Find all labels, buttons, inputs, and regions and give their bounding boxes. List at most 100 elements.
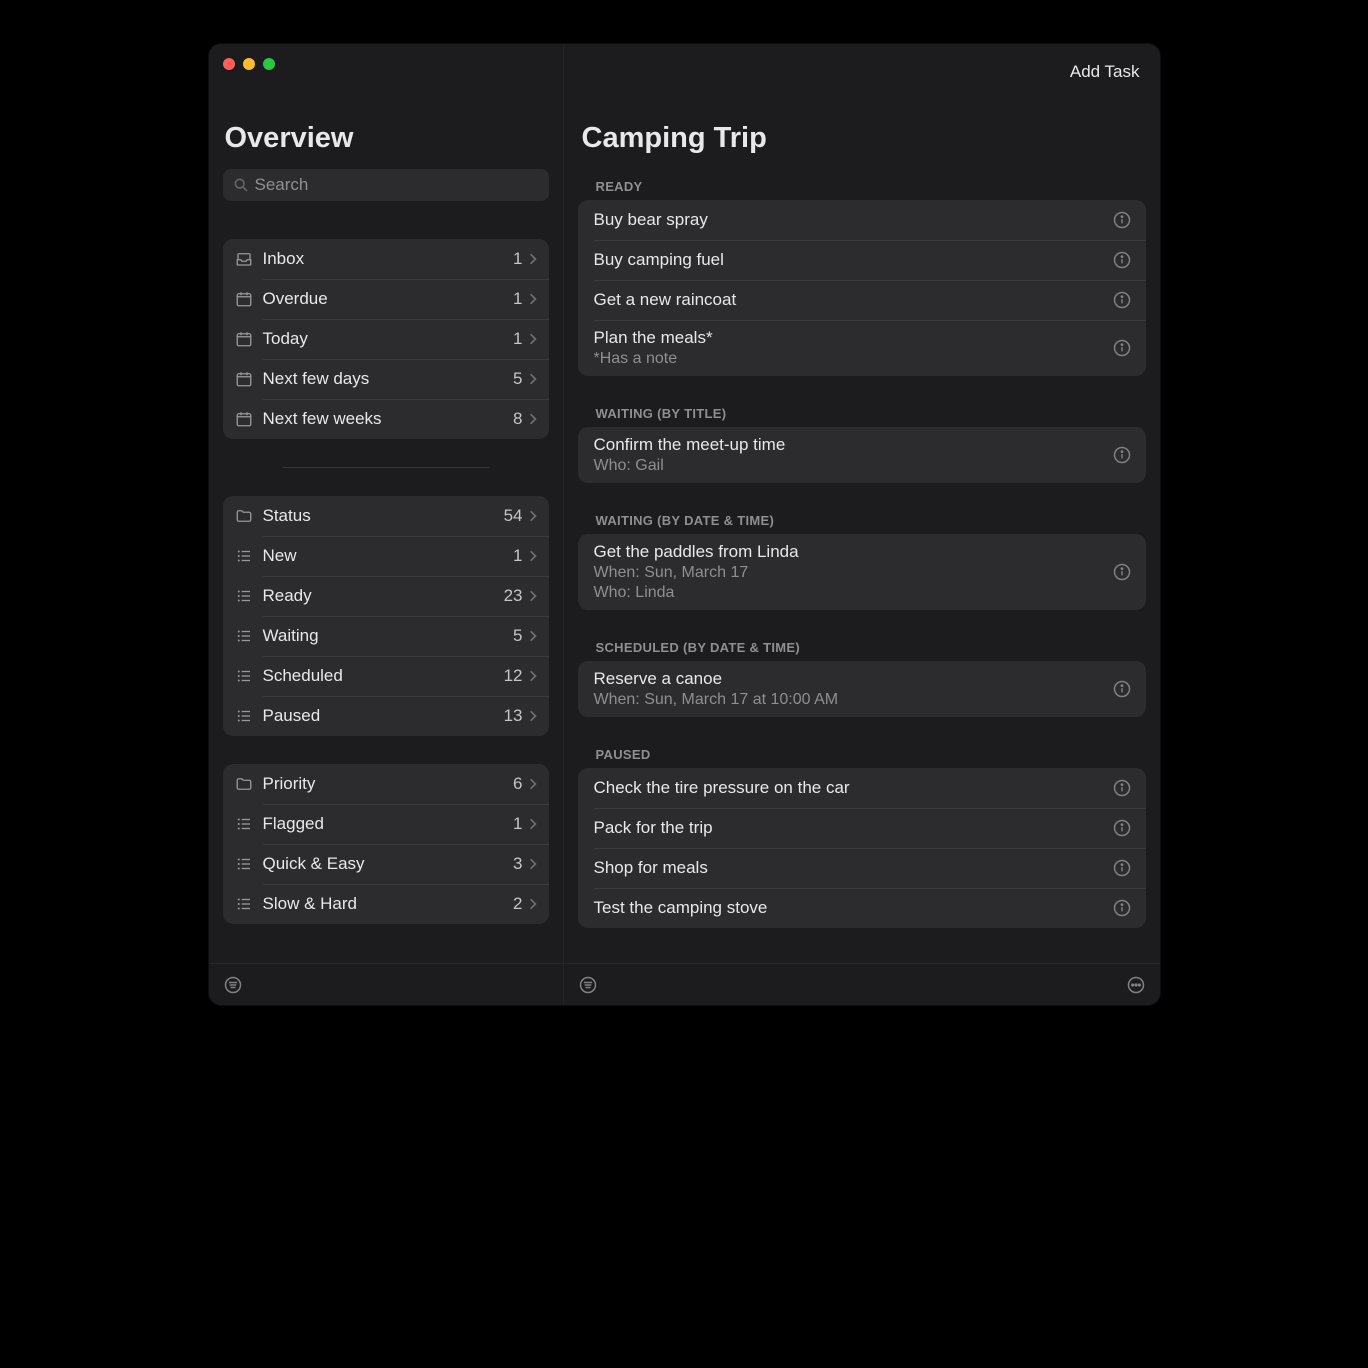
sidebar-group-status: Status54New1Ready23Waiting5Scheduled12Pa… xyxy=(223,496,549,736)
sidebar-item-count: 54 xyxy=(504,506,523,526)
info-icon[interactable] xyxy=(1112,338,1132,358)
sidebar-item-ready[interactable]: Ready23 xyxy=(223,576,549,616)
task-body: Buy camping fuel xyxy=(594,250,1112,270)
task-row[interactable]: Test the camping stove xyxy=(578,888,1146,928)
task-title: Pack for the trip xyxy=(594,818,1112,838)
sidebar-item-quick-easy[interactable]: Quick & Easy3 xyxy=(223,844,549,884)
sidebar-item-next-few-weeks[interactable]: Next few weeks8 xyxy=(223,399,549,439)
chevron-right-icon xyxy=(529,709,537,723)
sidebar-item-count: 1 xyxy=(513,329,522,349)
task-list-scroll[interactable]: READYBuy bear sprayBuy camping fuelGet a… xyxy=(578,179,1146,963)
sidebar-item-label: Overdue xyxy=(263,289,514,309)
chevron-right-icon xyxy=(529,292,537,306)
task-row[interactable]: Plan the meals* *Has a note xyxy=(578,320,1146,376)
task-group: Check the tire pressure on the car Pack f… xyxy=(578,768,1146,928)
tray-icon xyxy=(233,250,255,268)
task-group: Confirm the meet-up timeWho: Gail xyxy=(578,427,1146,483)
sidebar-item-next-few-days[interactable]: Next few days5 xyxy=(223,359,549,399)
sidebar-item-inbox[interactable]: Inbox1 xyxy=(223,239,549,279)
task-title: Shop for meals xyxy=(594,858,1112,878)
sidebar-item-paused[interactable]: Paused13 xyxy=(223,696,549,736)
task-row[interactable]: Get the paddles from LindaWhen: Sun, Mar… xyxy=(578,534,1146,610)
info-icon[interactable] xyxy=(1112,679,1132,699)
sidebar-item-label: Priority xyxy=(263,774,514,794)
more-icon[interactable] xyxy=(1126,975,1146,995)
task-row[interactable]: Buy bear spray xyxy=(578,200,1146,240)
task-row[interactable]: Buy camping fuel xyxy=(578,240,1146,280)
task-group: Reserve a canoeWhen: Sun, March 17 at 10… xyxy=(578,661,1146,717)
sidebar-item-label: Waiting xyxy=(263,626,514,646)
bottom-toolbar xyxy=(209,963,1160,1005)
calendar-icon xyxy=(233,410,255,428)
filter-icon[interactable] xyxy=(223,975,243,995)
sidebar-item-label: New xyxy=(263,546,514,566)
task-title: Buy bear spray xyxy=(594,210,1112,230)
sidebar-item-label: Status xyxy=(263,506,504,526)
sidebar-item-slow-hard[interactable]: Slow & Hard2 xyxy=(223,884,549,924)
info-icon[interactable] xyxy=(1112,858,1132,878)
close-window-button[interactable] xyxy=(223,58,235,70)
sidebar-item-priority[interactable]: Priority6 xyxy=(223,764,549,804)
sidebar-item-waiting[interactable]: Waiting5 xyxy=(223,616,549,656)
task-subtitle: *Has a note xyxy=(594,350,1112,368)
task-subtitle: Who: Linda xyxy=(594,584,1112,602)
chevron-right-icon xyxy=(529,817,537,831)
sidebar-group-priority: Priority6Flagged1Quick & Easy3Slow & Har… xyxy=(223,764,549,924)
toolbar: Add Task xyxy=(578,44,1146,100)
task-body: Confirm the meet-up timeWho: Gail xyxy=(594,435,1112,475)
task-row[interactable]: Get a new raincoat xyxy=(578,280,1146,320)
info-icon[interactable] xyxy=(1112,562,1132,582)
app-window: Overview Inbox1Overdue1Today1Next few da… xyxy=(209,44,1160,1005)
sidebar-group-schedule: Inbox1Overdue1Today1Next few days5Next f… xyxy=(223,239,549,439)
minimize-window-button[interactable] xyxy=(243,58,255,70)
maximize-window-button[interactable] xyxy=(263,58,275,70)
chevron-right-icon xyxy=(529,669,537,683)
sidebar-item-scheduled[interactable]: Scheduled12 xyxy=(223,656,549,696)
info-icon[interactable] xyxy=(1112,250,1132,270)
info-icon[interactable] xyxy=(1112,778,1132,798)
sidebar-item-count: 23 xyxy=(504,586,523,606)
info-icon[interactable] xyxy=(1112,445,1132,465)
info-icon[interactable] xyxy=(1112,898,1132,918)
task-row[interactable]: Shop for meals xyxy=(578,848,1146,888)
search-field[interactable] xyxy=(223,169,549,201)
filter-icon[interactable] xyxy=(578,975,598,995)
task-row[interactable]: Confirm the meet-up timeWho: Gail xyxy=(578,427,1146,483)
add-task-button[interactable]: Add Task xyxy=(1070,62,1140,82)
sidebar-item-status[interactable]: Status54 xyxy=(223,496,549,536)
task-title: Get a new raincoat xyxy=(594,290,1112,310)
task-body: Shop for meals xyxy=(594,858,1112,878)
task-row[interactable]: Pack for the trip xyxy=(578,808,1146,848)
list-icon xyxy=(233,547,255,565)
sidebar-item-count: 2 xyxy=(513,894,522,914)
chevron-right-icon xyxy=(529,857,537,871)
task-body: Get the paddles from LindaWhen: Sun, Mar… xyxy=(594,542,1112,602)
task-title: Plan the meals* xyxy=(594,328,1112,348)
task-group: Buy bear spray Buy camping fuel Get a new … xyxy=(578,200,1146,376)
task-row[interactable]: Check the tire pressure on the car xyxy=(578,768,1146,808)
chevron-right-icon xyxy=(529,509,537,523)
chevron-right-icon xyxy=(529,412,537,426)
sidebar-item-new[interactable]: New1 xyxy=(223,536,549,576)
sidebar-panel: Overview Inbox1Overdue1Today1Next few da… xyxy=(209,44,564,963)
chevron-right-icon xyxy=(529,897,537,911)
chevron-right-icon xyxy=(529,777,537,791)
chevron-right-icon xyxy=(529,589,537,603)
list-icon xyxy=(233,667,255,685)
info-icon[interactable] xyxy=(1112,210,1132,230)
search-input[interactable] xyxy=(255,175,539,195)
info-icon[interactable] xyxy=(1112,290,1132,310)
sidebar-item-flagged[interactable]: Flagged1 xyxy=(223,804,549,844)
chevron-right-icon xyxy=(529,332,537,346)
info-icon[interactable] xyxy=(1112,818,1132,838)
sidebar-item-today[interactable]: Today1 xyxy=(223,319,549,359)
calendar-icon xyxy=(233,330,255,348)
task-body: Reserve a canoeWhen: Sun, March 17 at 10… xyxy=(594,669,1112,709)
sidebar-item-overdue[interactable]: Overdue1 xyxy=(223,279,549,319)
sidebar-item-count: 8 xyxy=(513,409,522,429)
calendar-icon xyxy=(233,370,255,388)
task-body: Plan the meals* *Has a note xyxy=(594,328,1112,368)
calendar-icon xyxy=(233,290,255,308)
task-title: Buy camping fuel xyxy=(594,250,1112,270)
task-row[interactable]: Reserve a canoeWhen: Sun, March 17 at 10… xyxy=(578,661,1146,717)
